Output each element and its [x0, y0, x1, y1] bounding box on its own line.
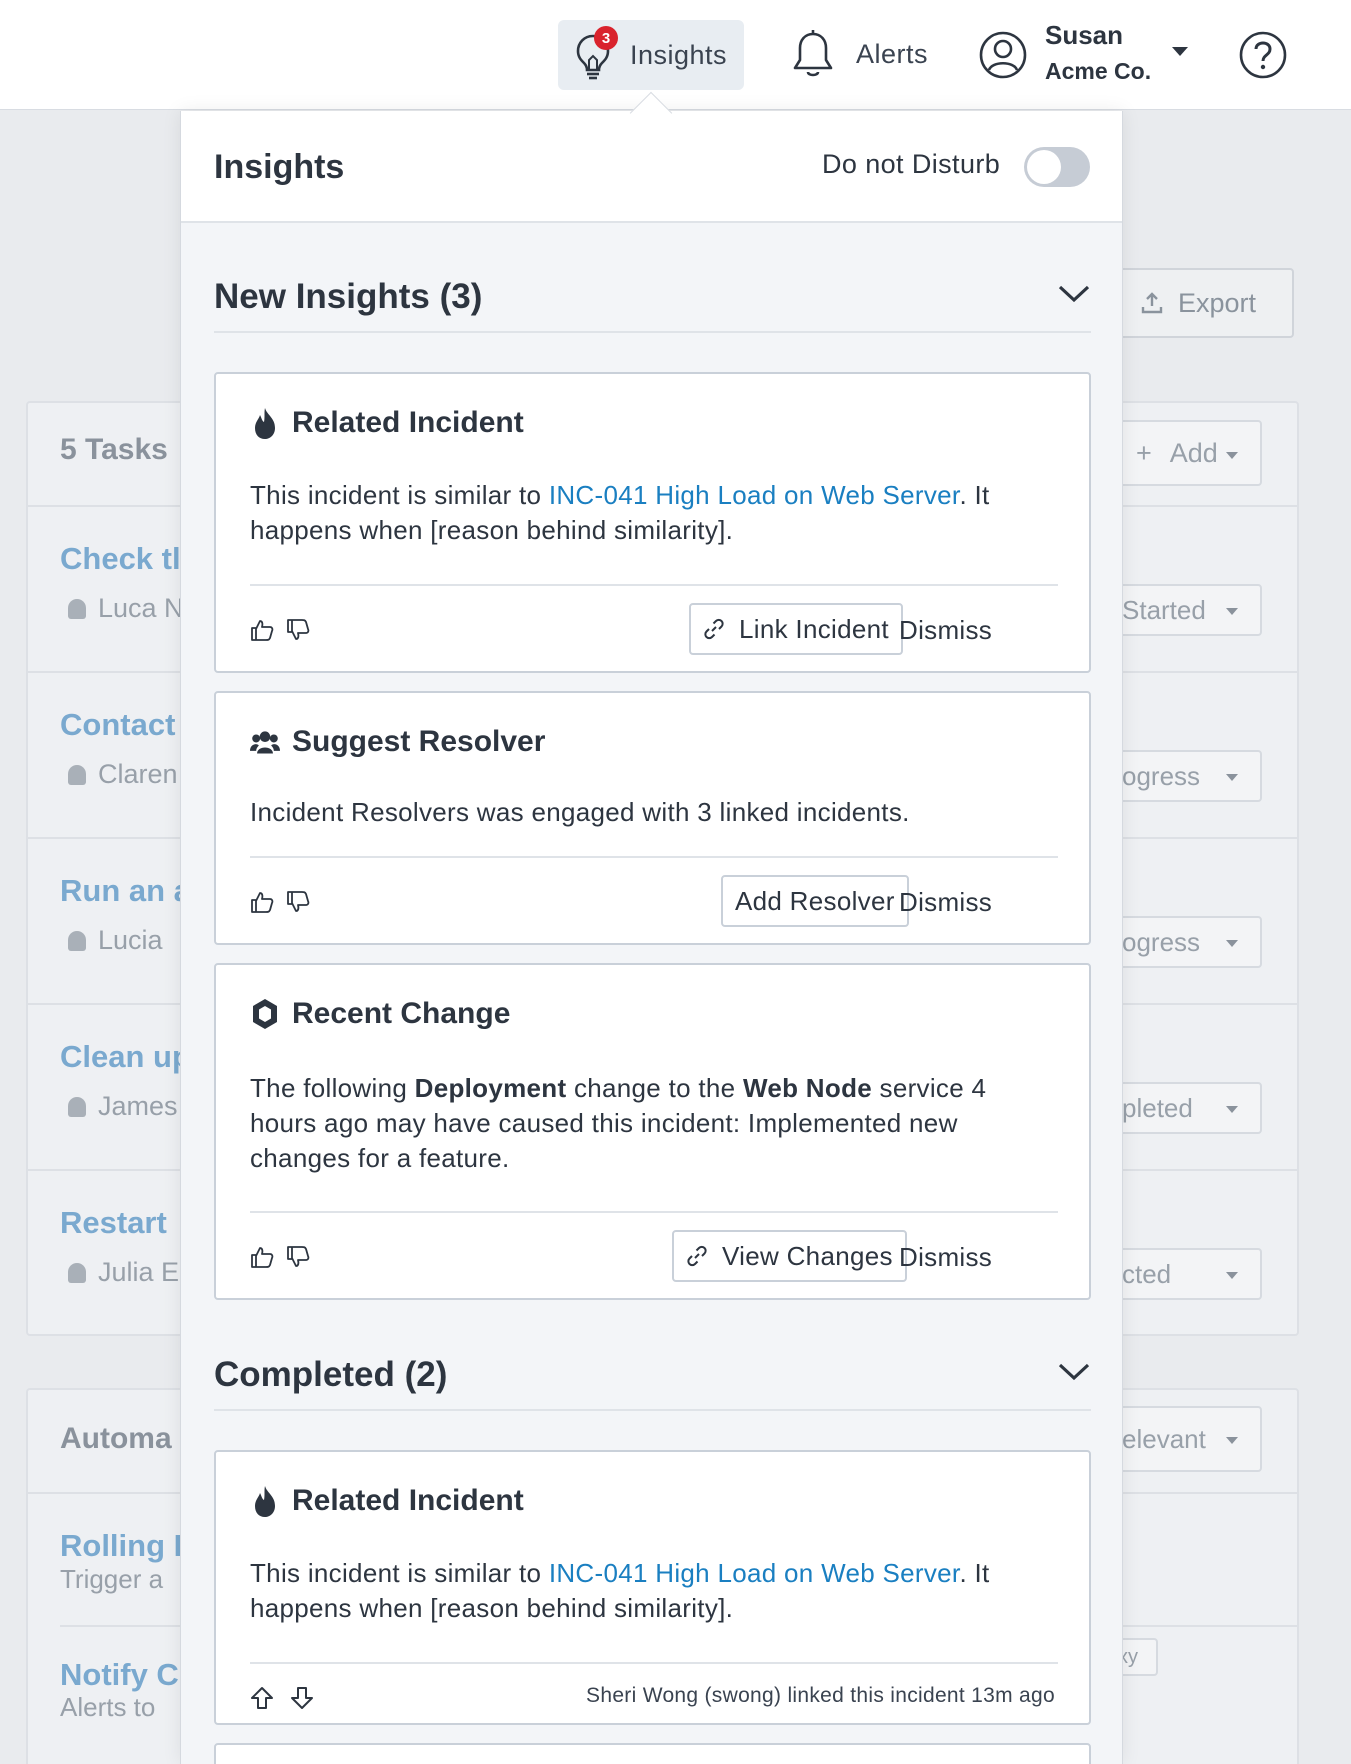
card-title: Recent Change [292, 997, 511, 1030]
help-icon[interactable] [1238, 30, 1288, 80]
add-label: Add [1169, 437, 1218, 468]
card-body: The following Deployment change to the W… [250, 1073, 987, 1173]
card-title: Related Incident [292, 1484, 524, 1517]
thumbs-down-icon[interactable] [284, 888, 312, 916]
link-icon [704, 618, 724, 640]
flame-icon [255, 408, 275, 439]
insights-nav-label: Insights [630, 40, 728, 70]
user-menu-caret-icon[interactable] [1172, 47, 1188, 56]
arrow-up-icon[interactable] [248, 1684, 276, 1712]
upload-icon [1141, 292, 1163, 314]
card-body: This incident is similar to INC-041 High… [250, 1558, 990, 1623]
task-status-select[interactable]: pleted [1110, 1082, 1262, 1134]
task-status-select[interactable]: cted [1110, 1248, 1262, 1300]
incident-link[interactable]: INC-041 High Load on Web Server [549, 480, 960, 510]
insight-card: Related Incident This incident is simila… [214, 372, 1091, 673]
task-status-select[interactable]: Started [1110, 584, 1262, 636]
export-button[interactable]: Export [1110, 268, 1294, 338]
button-label: Link Incident [739, 613, 889, 644]
dismiss-button[interactable]: Dismiss [899, 887, 992, 918]
completed-insight-card: Related Incident This incident is simila… [214, 1450, 1091, 1725]
thumbs-down-icon[interactable] [284, 616, 312, 644]
insights-count-badge: 3 [594, 26, 618, 50]
task-assignee: Claren [68, 759, 178, 790]
thumbs-up-icon[interactable] [248, 616, 276, 644]
insights-nav-button[interactable]: 3 Insights [558, 20, 744, 90]
insight-card: Suggest Resolver Incident Resolvers was … [214, 691, 1091, 945]
task-title[interactable]: Clean up [60, 1039, 191, 1075]
thumbs-up-icon[interactable] [248, 888, 276, 916]
task-assignee: Julia E [68, 1257, 179, 1288]
card-title: Related Incident [292, 406, 524, 439]
user-avatar-icon[interactable] [978, 30, 1028, 80]
task-title[interactable]: Restart [60, 1205, 167, 1241]
flame-icon [255, 1486, 275, 1517]
card-body: Incident Resolvers was engaged with 3 li… [250, 797, 910, 827]
section-title: New Insights (3) [214, 277, 483, 316]
completed-section-header[interactable]: Completed (2) [214, 1341, 1091, 1411]
task-assignee: Lucia [68, 925, 163, 956]
linked-note: Sheri Wong (swong) linked this incident … [586, 1684, 1055, 1707]
user-org[interactable]: Acme Co. [1045, 58, 1151, 85]
dismiss-button[interactable]: Dismiss [899, 615, 992, 646]
task-status-select[interactable]: ogress [1110, 916, 1262, 968]
task-status-select[interactable]: ogress [1110, 750, 1262, 802]
dismiss-button[interactable]: Dismiss [899, 1242, 992, 1273]
section-title: Completed (2) [214, 1355, 448, 1394]
card-body: This incident is similar to INC-041 High… [250, 480, 990, 545]
user-name[interactable]: Susan [1045, 20, 1123, 51]
automation-title[interactable]: Rolling F [60, 1528, 193, 1564]
add-resolver-button[interactable]: Add Resolver [721, 875, 909, 927]
top-bar: 3 Insights Alerts Susan Acme Co. [0, 0, 1351, 110]
automation-title[interactable]: Notify C [60, 1657, 179, 1693]
link-icon [687, 1245, 707, 1267]
thumbs-up-icon[interactable] [248, 1243, 276, 1271]
new-insights-section-header[interactable]: New Insights (3) [214, 263, 1091, 333]
thumbs-down-icon[interactable] [284, 1243, 312, 1271]
view-changes-button[interactable]: View Changes [672, 1230, 907, 1282]
hexagon-icon [253, 999, 277, 1029]
link-incident-button[interactable]: Link Incident [689, 603, 903, 655]
add-task-button[interactable]: + Add [1110, 420, 1262, 486]
automation-filter-select[interactable]: elevant [1110, 1406, 1262, 1472]
users-icon [250, 731, 280, 754]
task-title[interactable]: Contact [60, 707, 175, 743]
do-not-disturb-toggle[interactable] [1024, 147, 1090, 187]
task-assignee: James [68, 1091, 178, 1122]
chevron-down-icon[interactable] [1057, 1359, 1091, 1383]
incident-link[interactable]: INC-041 High Load on Web Server [549, 1558, 960, 1588]
tasks-header: 5 Tasks [60, 433, 168, 466]
automation-desc: Alerts to [60, 1692, 156, 1722]
arrow-down-icon[interactable] [288, 1684, 316, 1712]
panel-title: Insights [214, 148, 345, 186]
chevron-down-icon[interactable] [1057, 281, 1091, 305]
export-label: Export [1178, 287, 1257, 318]
button-label: View Changes [722, 1240, 893, 1271]
button-label: Add Resolver [735, 885, 895, 916]
automations-header: Automa [60, 1422, 172, 1455]
insight-card: Recent Change The following Deployment c… [214, 963, 1091, 1300]
completed-insight-card [214, 1743, 1091, 1764]
card-title: Suggest Resolver [292, 725, 546, 758]
task-title[interactable]: Check tl [60, 541, 181, 577]
insights-panel: Insights Do not Disturb New Insights (3)… [180, 111, 1123, 1764]
do-not-disturb-label: Do not Disturb [822, 149, 1001, 179]
automation-desc: Trigger a [60, 1564, 164, 1594]
bell-icon[interactable] [790, 28, 836, 80]
task-title[interactable]: Run an a [60, 873, 191, 909]
task-assignee: Luca N [68, 593, 184, 624]
alerts-nav-label[interactable]: Alerts [856, 39, 928, 70]
